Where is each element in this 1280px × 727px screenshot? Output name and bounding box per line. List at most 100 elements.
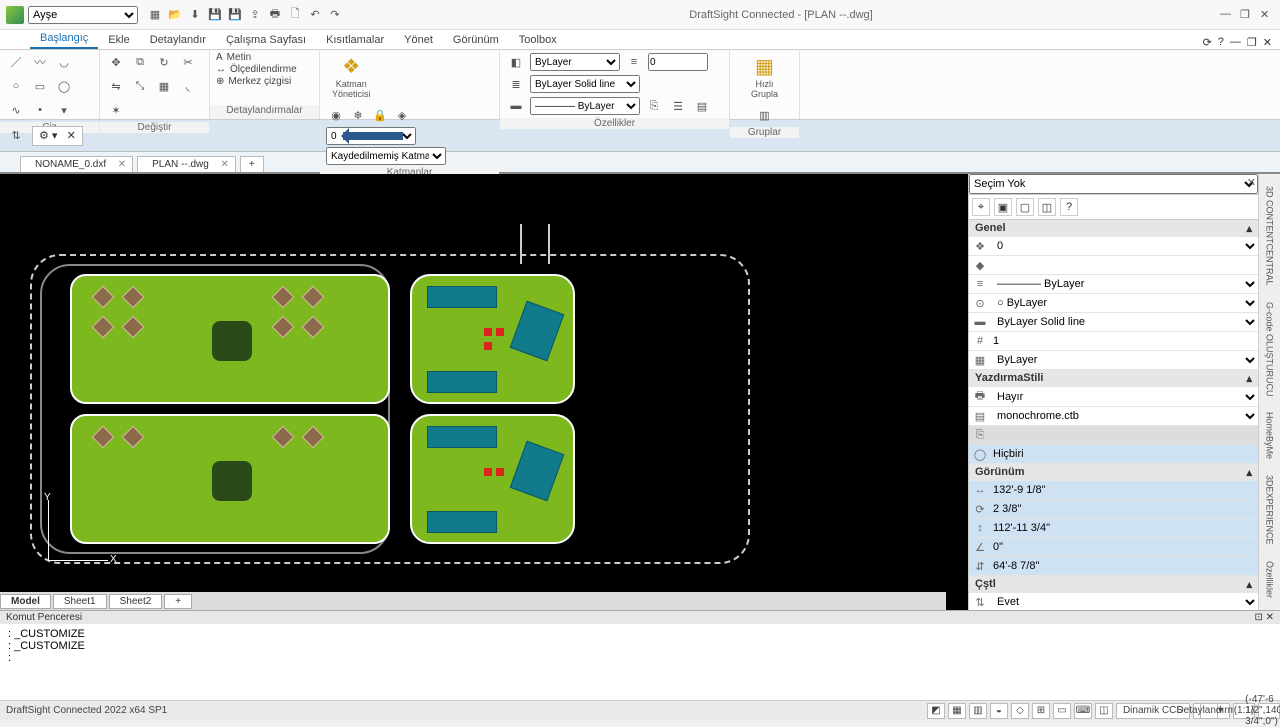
- tab-view[interactable]: Görünüm: [443, 31, 509, 49]
- ungroup-icon[interactable]: ▥: [755, 105, 775, 125]
- tab-constraints[interactable]: Kısıtlamalar: [316, 31, 394, 49]
- saveall-icon[interactable]: 💾: [228, 8, 242, 22]
- tab-annotate[interactable]: Detaylandır: [140, 31, 216, 49]
- new-icon[interactable]: ▦: [148, 8, 162, 22]
- section-general[interactable]: Genel▴: [969, 220, 1258, 237]
- select-remove-icon[interactable]: ▢: [1016, 198, 1034, 216]
- snap-icon[interactable]: ◩: [927, 703, 945, 719]
- prop-linetype[interactable]: ———— ByLayer: [991, 275, 1258, 293]
- close-tab-icon[interactable]: ✕: [220, 159, 228, 170]
- drawing-canvas[interactable]: XY: [0, 174, 968, 610]
- prop-width[interactable]: [991, 481, 1258, 499]
- spline-icon[interactable]: ∿: [6, 100, 26, 120]
- prop-thickness[interactable]: [991, 332, 1258, 350]
- text-button[interactable]: AMetin: [216, 52, 251, 63]
- redo-icon[interactable]: ↷: [328, 8, 342, 22]
- linetype-select[interactable]: ByLayer Solid line: [530, 75, 640, 93]
- more-draw-icon[interactable]: ▾: [54, 100, 74, 120]
- copy-icon[interactable]: ⧉: [130, 52, 150, 72]
- tab-insert[interactable]: Ekle: [98, 31, 139, 49]
- prop-misc-a[interactable]: Evet: [991, 593, 1258, 611]
- lineweight-select[interactable]: ———— ByLayer: [530, 97, 640, 115]
- polyline-icon[interactable]: 〰: [30, 52, 50, 72]
- rect-icon[interactable]: ▭: [30, 76, 50, 96]
- tab-home[interactable]: Başlangıç: [30, 29, 98, 49]
- sheet-1[interactable]: Sheet1: [53, 594, 107, 609]
- polar-icon[interactable]: ◒: [990, 703, 1008, 719]
- open-icon[interactable]: 📂: [168, 8, 182, 22]
- layer-manager-button[interactable]: ❖ Katman Yöneticisi: [326, 52, 377, 101]
- linetype-icon[interactable]: ≡: [624, 52, 644, 72]
- select-add-icon[interactable]: ▣: [994, 198, 1012, 216]
- color-select[interactable]: ByLayer: [530, 53, 620, 71]
- print-icon[interactable]: 🖶: [268, 8, 282, 22]
- transparency-input[interactable]: [648, 53, 708, 71]
- doc-min-icon[interactable]: —: [1230, 36, 1241, 49]
- prop-height[interactable]: [991, 519, 1258, 537]
- add-tab-button[interactable]: +: [240, 156, 264, 172]
- prop-icon[interactable]: ▤: [692, 96, 712, 116]
- prop-angle[interactable]: [991, 538, 1258, 556]
- trim-icon[interactable]: ✂: [178, 52, 198, 72]
- prop-material[interactable]: ByLayer: [991, 351, 1258, 369]
- point-icon[interactable]: •: [30, 100, 50, 120]
- prop-plot[interactable]: Hayır: [991, 388, 1258, 406]
- tab-manage[interactable]: Yönet: [394, 31, 443, 49]
- centerline-button[interactable]: ⊕Merkez çizgisi: [216, 76, 291, 87]
- undo-icon[interactable]: ↶: [308, 8, 322, 22]
- prop-color[interactable]: [991, 256, 1258, 274]
- dyn-icon[interactable]: ◫: [1095, 703, 1113, 719]
- ltype-icon2[interactable]: ≣: [506, 74, 526, 94]
- line-icon[interactable]: ／: [6, 52, 26, 72]
- ribbon-help-icon[interactable]: ?: [1218, 36, 1224, 49]
- ribbon-sync-icon[interactable]: ⟳: [1203, 36, 1212, 49]
- select-all-icon[interactable]: ◫: [1038, 198, 1056, 216]
- osnap-icon[interactable]: ◇: [1011, 703, 1029, 719]
- arc-icon[interactable]: ◡: [54, 52, 74, 72]
- explode-icon[interactable]: ✶: [106, 100, 126, 120]
- minimize-icon[interactable]: —: [1220, 8, 1234, 22]
- close-icon[interactable]: ✕: [1260, 8, 1274, 22]
- sheet-add[interactable]: +: [164, 594, 192, 609]
- annotation-scale-button[interactable]: Detaylandırma ▾: [1193, 703, 1230, 719]
- prop-layer[interactable]: 0: [991, 237, 1258, 255]
- side-tab-3dcc[interactable]: 3D CONTENTCENTRAL: [1265, 180, 1275, 292]
- section-misc[interactable]: Çştl▴: [969, 576, 1258, 593]
- side-tab-homebyme[interactable]: HomeByMe: [1265, 406, 1275, 465]
- ortho-icon[interactable]: ▥: [969, 703, 987, 719]
- mirror-icon[interactable]: ⇋: [106, 76, 126, 96]
- dimension-button[interactable]: ↔Ölçedilendirme: [216, 64, 297, 75]
- prop-plot-table[interactable]: monochrome.ctb: [991, 407, 1258, 425]
- color-icon[interactable]: ◧: [506, 52, 526, 72]
- sheet-2[interactable]: Sheet2: [109, 594, 163, 609]
- lweight-icon[interactable]: ▬: [506, 96, 526, 116]
- section-view[interactable]: Görünüm▴: [969, 464, 1258, 481]
- list-icon[interactable]: ☰: [668, 96, 688, 116]
- export-icon[interactable]: ⇪: [248, 8, 262, 22]
- preview-icon[interactable]: 🗋: [288, 8, 302, 22]
- prop-rot[interactable]: [991, 500, 1258, 518]
- layer-iso-icon[interactable]: ◈: [392, 105, 412, 125]
- otrack-icon[interactable]: ⊞: [1032, 703, 1050, 719]
- rotate-icon[interactable]: ↻: [154, 52, 174, 72]
- tool-options[interactable]: ⚙ ▾ ✕: [32, 126, 83, 146]
- side-tab-3dexp[interactable]: 3DEXPERIENCE: [1265, 469, 1275, 551]
- prop-ltscale[interactable]: ○ ByLayer: [991, 294, 1258, 312]
- restore-icon[interactable]: ❐: [1240, 8, 1254, 22]
- side-tab-gcode[interactable]: G-code OLUŞTURUCU: [1265, 296, 1275, 403]
- fillet-icon[interactable]: ◟: [178, 76, 198, 96]
- save-icon[interactable]: 💾: [208, 8, 222, 22]
- layer-off-icon[interactable]: ◉: [326, 105, 346, 125]
- doc-tab-1[interactable]: NONAME_0.dxf✕: [20, 156, 133, 172]
- selection-filter[interactable]: Seçim Yok: [969, 174, 1258, 194]
- tab-toolbox[interactable]: Toolbox: [509, 31, 567, 49]
- pick-icon[interactable]: ⌖: [972, 198, 990, 216]
- sheet-model[interactable]: Model: [0, 594, 51, 609]
- layer-state-select[interactable]: Kaydedilmemiş Katman Du: [326, 147, 446, 165]
- grid-icon[interactable]: ▦: [948, 703, 966, 719]
- layer-freeze-icon[interactable]: ❄: [348, 105, 368, 125]
- circle-icon[interactable]: ○: [6, 76, 26, 96]
- cmd-output[interactable]: _CUSTOMIZE _CUSTOMIZE: [0, 624, 1280, 700]
- workspace-select[interactable]: Ayşe: [28, 6, 138, 24]
- quick-group-button[interactable]: ▦ Hızlı Grupla: [745, 52, 784, 101]
